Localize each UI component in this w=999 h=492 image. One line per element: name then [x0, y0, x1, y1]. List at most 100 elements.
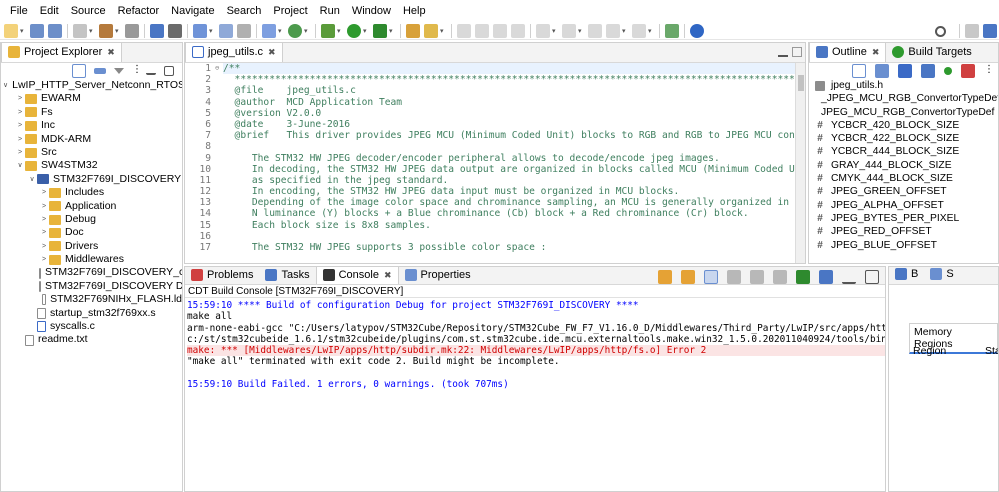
outline-item[interactable]: # YCBCR_420_BLOCK_SIZE — [809, 119, 998, 132]
run-icon[interactable] — [347, 23, 361, 38]
sort-icon[interactable] — [875, 64, 889, 78]
menu-window[interactable]: Window — [346, 0, 397, 22]
dropdown-arrow-icon[interactable]: ▾ — [622, 27, 628, 35]
dropdown-arrow-icon[interactable]: ▾ — [89, 27, 95, 35]
tree-item[interactable]: > Src — [3, 146, 182, 159]
view-menu-icon[interactable]: ⋮ — [132, 64, 142, 78]
copy-build-log-icon[interactable] — [750, 270, 764, 284]
last-edit-icon[interactable] — [588, 23, 602, 38]
expand-toggle-icon[interactable]: ∨ — [27, 173, 37, 186]
minimize-icon[interactable] — [146, 67, 156, 75]
menu-project[interactable]: Project — [267, 0, 313, 22]
clean-icon[interactable] — [125, 23, 139, 38]
dropdown-arrow-icon[interactable]: ▾ — [552, 27, 558, 35]
open-task-icon[interactable] — [406, 23, 420, 38]
dropdown-arrow-icon[interactable]: ▾ — [304, 27, 310, 35]
menu-run[interactable]: Run — [314, 0, 346, 22]
tree-item[interactable]: > Application — [3, 200, 182, 213]
close-icon[interactable]: ✖ — [107, 47, 115, 58]
toggle-block-icon[interactable] — [475, 23, 489, 38]
dropdown-arrow-icon[interactable]: ▾ — [648, 27, 654, 35]
tab-build-targets[interactable]: Build Targets — [886, 43, 977, 62]
open-type-icon[interactable] — [219, 23, 233, 38]
ide-perspective-icon[interactable] — [983, 24, 997, 38]
filter-icon[interactable] — [114, 68, 124, 74]
chip-icon[interactable] — [168, 23, 182, 38]
pin-console-icon[interactable] — [773, 270, 787, 284]
new-class-icon[interactable] — [262, 23, 276, 38]
outline-item[interactable]: # JPEG_ALPHA_OFFSET — [809, 199, 998, 212]
tree-item[interactable]: > Fs — [3, 106, 182, 119]
close-icon[interactable]: ✖ — [872, 47, 880, 58]
tree-item[interactable]: > Debug — [3, 213, 182, 226]
expand-toggle-icon[interactable]: > — [15, 106, 25, 119]
tree-item[interactable]: ∨ LwIP_HTTP_Server_Netconn_RTOS — [3, 79, 182, 92]
hide-static-icon[interactable] — [921, 64, 935, 78]
build-icon[interactable] — [99, 23, 113, 38]
menu-refactor[interactable]: Refactor — [112, 0, 166, 22]
tree-item[interactable]: readme.txt — [3, 333, 182, 346]
dropdown-arrow-icon[interactable]: ▾ — [20, 27, 26, 35]
expand-toggle-icon[interactable]: > — [39, 226, 49, 239]
expand-toggle-icon[interactable]: ∨ — [15, 159, 25, 172]
dropdown-arrow-icon[interactable]: ▾ — [337, 27, 343, 35]
tree-item[interactable]: STM32F769I_DISCOVERY_cor — [3, 266, 182, 279]
menu-source[interactable]: Source — [65, 0, 112, 22]
new-project-icon[interactable] — [193, 23, 207, 38]
expand-toggle-icon[interactable]: > — [15, 119, 25, 132]
expand-toggle-icon[interactable]: > — [39, 240, 49, 253]
tree-item[interactable]: ∨ SW4STM32 — [3, 159, 182, 172]
forward-icon[interactable] — [632, 23, 646, 38]
editor-scrollbar[interactable] — [795, 63, 805, 263]
tree-item[interactable]: > Drivers — [3, 240, 182, 253]
info-icon[interactable] — [690, 23, 704, 38]
perspective-icon[interactable] — [965, 24, 979, 38]
tree-item[interactable]: STM32F769NIHx_FLASH.ld — [3, 293, 182, 306]
outline-item[interactable]: # JPEG_RED_OFFSET — [809, 225, 998, 238]
external-tools-icon[interactable] — [373, 23, 387, 38]
expand-toggle-icon[interactable]: > — [39, 213, 49, 226]
close-icon[interactable]: ✖ — [268, 47, 276, 58]
expand-toggle-icon[interactable]: > — [15, 133, 25, 146]
refresh-icon[interactable] — [288, 23, 302, 38]
outline-item[interactable]: JPEG_MCU_RGB_ConvertorTypeDef : struct — [809, 106, 998, 119]
debug-settings-icon[interactable] — [73, 23, 87, 38]
console-output[interactable]: 15:59:10 **** Build of configuration Deb… — [185, 298, 885, 390]
collapse-all-icon[interactable] — [852, 64, 866, 78]
tab-tasks[interactable]: Tasks — [259, 267, 315, 284]
menu-help[interactable]: Help — [397, 0, 432, 22]
word-wrap-icon[interactable] — [511, 23, 525, 38]
tree-item[interactable]: > EWARM — [3, 92, 182, 105]
scroll-thumb[interactable] — [798, 75, 804, 91]
tree-item[interactable]: > Doc — [3, 226, 182, 239]
view-menu-icon[interactable]: ⋮ — [984, 64, 994, 78]
tab-problems[interactable]: Problems — [185, 267, 259, 284]
group-includes-icon[interactable] — [961, 64, 975, 78]
dropdown-arrow-icon[interactable]: ▾ — [389, 27, 395, 35]
tab-outline[interactable]: Outline ✖ — [809, 43, 887, 62]
next-annotation-icon[interactable] — [536, 23, 550, 38]
dropdown-arrow-icon[interactable]: ▾ — [209, 27, 215, 35]
expand-toggle-icon[interactable]: > — [15, 92, 25, 105]
tree-item[interactable]: ∨ STM32F769I_DISCOVERY — [3, 173, 182, 186]
dropdown-arrow-icon[interactable]: ▾ — [363, 27, 369, 35]
toggle-mark-occurrences-icon[interactable] — [457, 23, 471, 38]
outline-item[interactable]: jpeg_utils.h — [809, 79, 998, 92]
fold-icon[interactable]: ⊖ — [215, 63, 223, 74]
menu-search[interactable]: Search — [221, 0, 268, 22]
search-icon[interactable] — [935, 25, 946, 37]
tab-build-analyzer[interactable]: B — [889, 267, 924, 284]
maximize-icon[interactable] — [164, 66, 174, 76]
expand-toggle-icon[interactable]: > — [39, 253, 49, 266]
maximize-icon[interactable] — [792, 47, 802, 57]
scroll-lock-icon[interactable] — [704, 270, 718, 284]
tree-item[interactable]: > Middlewares — [3, 253, 182, 266]
open-console-icon[interactable] — [665, 23, 679, 38]
debug-bug-icon[interactable] — [321, 23, 335, 38]
expand-toggle-icon[interactable]: > — [39, 186, 49, 199]
dropdown-arrow-icon[interactable]: ▾ — [278, 27, 284, 35]
expand-toggle-icon[interactable]: ∨ — [3, 79, 8, 92]
tab-project-explorer[interactable]: Project Explorer ✖ — [1, 43, 122, 62]
link-editor-icon[interactable] — [94, 68, 106, 74]
scroll-up-icon[interactable] — [681, 270, 695, 284]
